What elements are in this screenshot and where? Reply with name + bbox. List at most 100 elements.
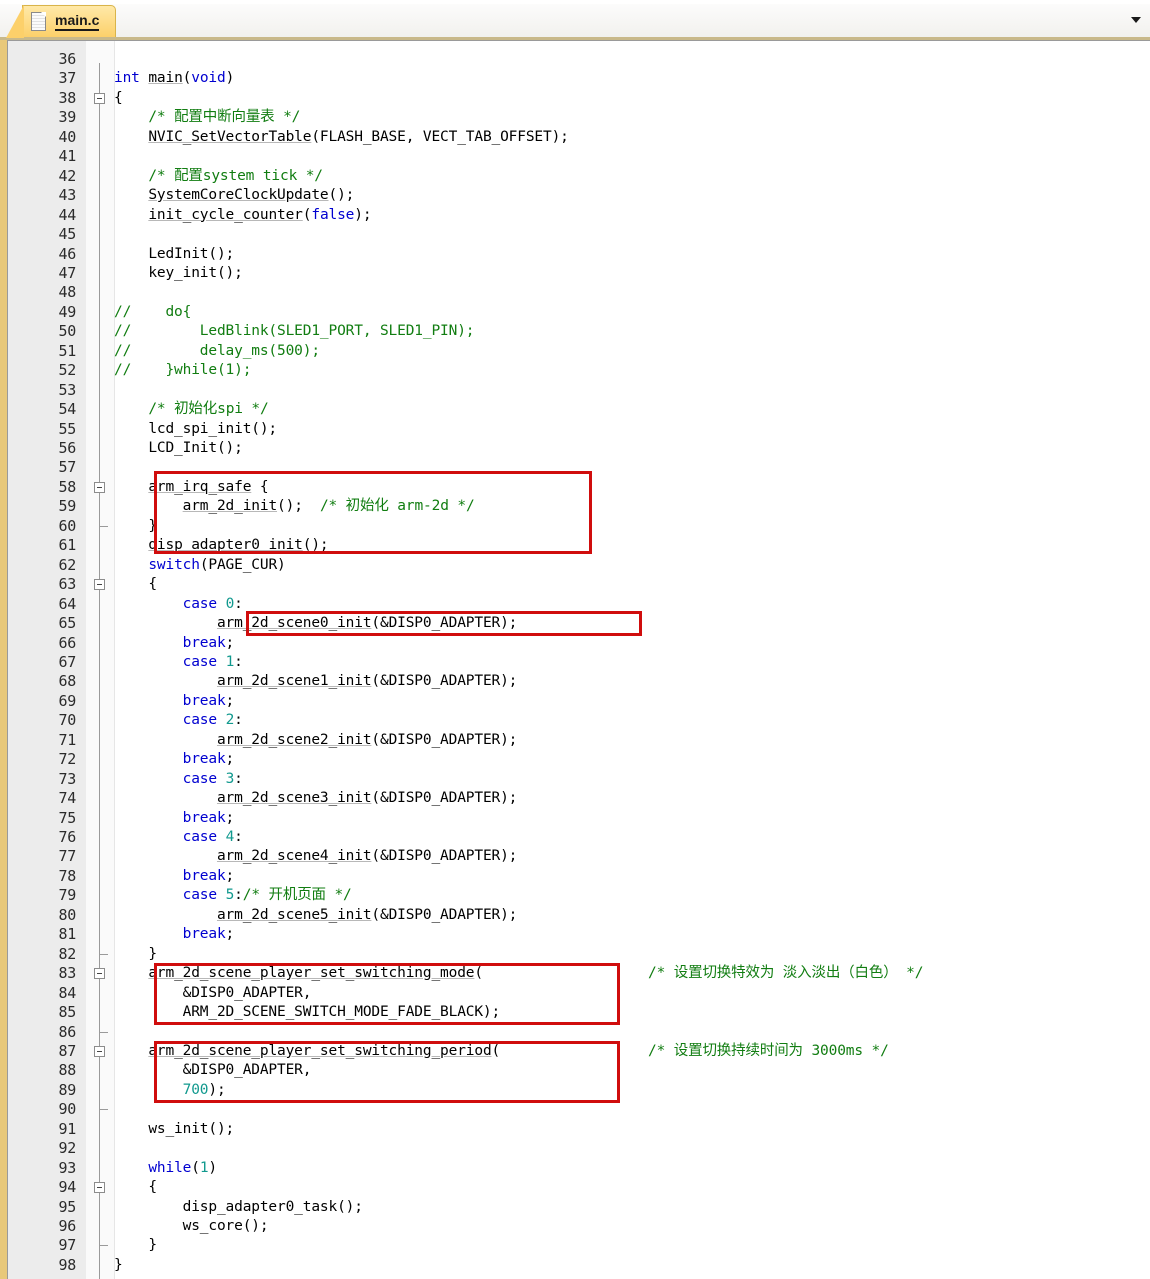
code-line-text: case 1:	[182, 653, 243, 670]
code-line-text: case 5:/* 开机页面 */	[182, 887, 352, 904]
code-line-text: ws_init();	[114, 1120, 235, 1137]
fold-collapse-icon[interactable]	[94, 481, 105, 493]
fold-collapse-icon[interactable]	[94, 1182, 105, 1194]
code-line: 43 SystemCoreClockUpdate();	[8, 186, 1150, 205]
code-line: 58 arm_irq_safe {	[8, 478, 1150, 497]
fold-collapse-icon[interactable]	[94, 579, 105, 591]
code-line: 50 // LedBlink(SLED1_PORT, SLED1_PIN);	[8, 322, 1150, 341]
code-line-text: lcd_spi_init();	[114, 420, 278, 437]
code-line: 55 lcd_spi_init();	[8, 420, 1150, 439]
code-line-text: {	[114, 1179, 157, 1196]
code-line-text: /* 配置中断向量表 */	[148, 109, 301, 126]
code-line-text: arm_2d_scene4_init(&DISP0_ADAPTER);	[216, 848, 518, 865]
fold-collapse-icon[interactable]	[94, 1045, 105, 1057]
code-line: 93 while(1)	[8, 1159, 1150, 1178]
code-line-text: /* 初始化spi */	[148, 401, 269, 418]
code-line-text: /* 配置system tick */	[148, 167, 323, 184]
code-line-text: case 4:	[182, 829, 243, 845]
line-number: 87	[58, 1041, 77, 1060]
code-line: 38 {	[8, 89, 1150, 108]
code-line-text: int main(void)	[114, 70, 235, 87]
code-line-text: LCD_Init();	[114, 440, 243, 456]
code-line: 86	[8, 1023, 1150, 1042]
code-line: 79 case 5:/* 开机页面 */	[8, 886, 1150, 905]
code-line: 98}	[8, 1256, 1150, 1275]
code-line-text: case 2:	[182, 712, 243, 729]
code-line: 68 arm_2d_scene1_init(&DISP0_ADAPTER);	[8, 672, 1150, 691]
code-line: 85 ARM_2D_SCENE_SWITCH_MODE_FADE_BLACK);	[8, 1003, 1150, 1022]
code-line: 57	[8, 458, 1150, 477]
code-line: 65 arm_2d_scene0_init(&DISP0_ADAPTER);	[8, 614, 1150, 633]
code-line-text: {	[114, 576, 157, 593]
code-line: 94 {	[8, 1178, 1150, 1197]
line-number: 57	[58, 458, 77, 477]
line-number: 75	[58, 808, 77, 827]
line-number: 96	[58, 1217, 77, 1235]
tab-strip-top-edge	[0, 0, 1150, 4]
line-number: 51	[58, 341, 77, 360]
line-number: 41	[58, 147, 77, 166]
code-line: 37 int main(void)	[8, 69, 1150, 88]
code-line: 88 &DISP0_ADAPTER,	[8, 1061, 1150, 1080]
code-line: 49 // do{	[8, 303, 1150, 322]
code-line-text: }	[114, 1237, 157, 1254]
code-line-text: NVIC_SetVectorTable(FLASH_BASE, VECT_TAB…	[148, 128, 569, 145]
line-number: 78	[58, 866, 77, 885]
line-number: 68	[58, 672, 77, 691]
fold-collapse-icon[interactable]	[94, 92, 105, 104]
code-line-text: arm_2d_scene5_init(&DISP0_ADAPTER);	[216, 906, 518, 923]
line-number: 83	[58, 964, 77, 983]
code-line-text: &DISP0_ADAPTER,	[114, 1062, 312, 1079]
code-line: 72 break;	[8, 750, 1150, 769]
chevron-down-icon[interactable]	[1129, 13, 1143, 27]
code-line-text: 700);	[182, 1081, 226, 1098]
code-line: 87 arm_2d_scene_player_set_switching_per…	[8, 1042, 1150, 1061]
document-icon	[31, 12, 46, 31]
code-line: 78 break;	[8, 867, 1150, 886]
code-line: 76 case 4:	[8, 828, 1150, 847]
code-line-text: disp_adapter0_task();	[114, 1198, 363, 1215]
line-number: 45	[58, 225, 77, 244]
code-line: 92	[8, 1139, 1150, 1158]
line-number: 53	[58, 380, 77, 399]
line-number: 65	[58, 614, 77, 633]
code-line: 36	[8, 50, 1150, 69]
code-line-text: switch(PAGE_CUR)	[148, 556, 286, 573]
line-number: 97	[58, 1236, 77, 1255]
line-number: 59	[58, 497, 77, 516]
code-line-text: arm_2d_scene0_init(&DISP0_ADAPTER);	[216, 615, 518, 632]
code-editor-viewport[interactable]: 36 37 int main(void) 38{39 /* 配置中断向量表 */40 …	[7, 40, 1150, 1279]
code-line-text: case 3:	[182, 770, 243, 787]
line-number: 84	[58, 983, 77, 1002]
code-line: 48	[8, 283, 1150, 302]
code-line-text: break;	[182, 634, 235, 651]
line-number: 74	[58, 789, 77, 808]
code-line-text: break;	[182, 926, 235, 943]
code-line-text: key_init();	[114, 264, 243, 281]
code-line: 89 700);	[8, 1081, 1150, 1100]
code-line: 41	[8, 147, 1150, 166]
line-number: 36	[58, 50, 77, 68]
line-number: 49	[58, 302, 77, 321]
code-line: 47 key_init();	[8, 264, 1150, 283]
fold-end-marker	[99, 1245, 108, 1247]
line-number: 76	[58, 828, 77, 846]
line-number: 79	[58, 886, 77, 905]
code-line: 71 arm_2d_scene2_init(&DISP0_ADAPTER);	[8, 731, 1150, 750]
line-number: 40	[58, 127, 77, 146]
code-line: 96 ws_core();	[8, 1217, 1150, 1236]
code-line: 61 disp_adapter0_init();	[8, 536, 1150, 555]
line-number: 44	[58, 205, 77, 224]
line-number: 93	[58, 1158, 77, 1177]
code-line-text: LedInit();	[114, 245, 235, 262]
line-number: 38	[58, 88, 77, 107]
tab-main-c[interactable]: main.c	[5, 5, 117, 38]
code-line-text: }	[114, 517, 157, 534]
code-line: 40 NVIC_SetVectorTable(FLASH_BASE, VECT_…	[8, 128, 1150, 147]
code-line: 81 break;	[8, 925, 1150, 944]
line-number: 52	[58, 361, 77, 380]
line-number: 69	[58, 691, 77, 710]
fold-collapse-icon[interactable]	[94, 968, 105, 980]
code-line-text: // LedBlink(SLED1_PORT, SLED1_PIN);	[114, 323, 475, 340]
line-number: 77	[58, 847, 77, 866]
